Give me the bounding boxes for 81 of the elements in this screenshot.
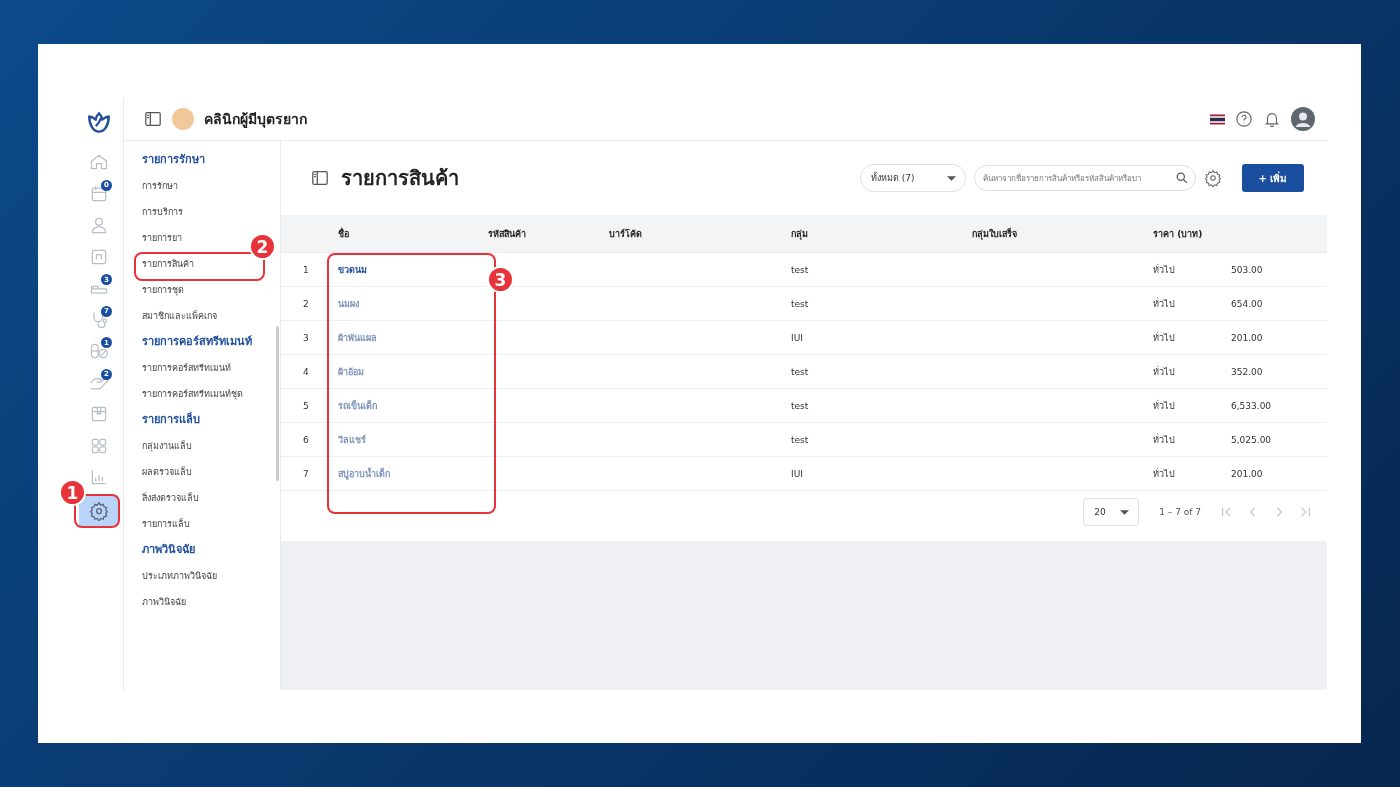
flag-icon[interactable] <box>1210 113 1225 125</box>
column-header: รหัสสินค้า <box>488 227 527 241</box>
table-cell-text: 5,025.00 <box>1231 434 1273 445</box>
home-icon <box>89 152 109 172</box>
table-cell-text: ทั่วไป <box>1153 433 1176 447</box>
menu-item[interactable]: การรักษา <box>142 179 178 193</box>
menu-item[interactable]: รายการคอร์สทรีทเมนท์ชุด <box>142 387 243 401</box>
caret-icon <box>947 176 956 181</box>
table-cell-text: 201.00 <box>1231 468 1264 479</box>
page-title: รายการสินค้า <box>341 165 459 192</box>
table-cell-text: ทั่วไป <box>1153 331 1176 345</box>
search-field[interactable]: ค้นหาจากชื่อรายการสินค้าหรือรหัสสินค้าหรือบา <box>974 165 1196 191</box>
sidebar-toggle-icon[interactable] <box>311 169 329 187</box>
table-cell-text: test <box>791 400 810 411</box>
menu-item[interactable]: ผลตรวจแล็บ <box>142 465 192 479</box>
column-header: กลุ่ม <box>791 227 809 241</box>
column-header: ราคา (บาท) <box>1153 227 1204 241</box>
table-cell-text: IUI <box>791 332 804 343</box>
table-cell-text: 352.00 <box>1231 366 1264 377</box>
row-number: 5 <box>302 400 310 411</box>
section-heading: รายการรักษา <box>142 153 206 168</box>
table-cell-text: ทั่วไป <box>1153 297 1176 311</box>
table-cell-text: test <box>791 366 810 377</box>
section-heading: รายการแล็บ <box>142 413 201 428</box>
tulip-logo-icon <box>86 110 112 136</box>
row-number: 4 <box>302 366 310 377</box>
bell-icon[interactable] <box>1263 110 1281 128</box>
row-number: 2 <box>302 298 310 309</box>
menu-item[interactable]: รายการยา <box>142 231 182 245</box>
person-icon <box>89 215 109 235</box>
menu-item[interactable]: รายการสินค้า <box>142 257 194 271</box>
table-cell-text: 201.00 <box>1231 332 1264 343</box>
row-number: 6 <box>302 434 310 445</box>
table-cell-text: 6,533.00 <box>1231 400 1273 411</box>
add-button[interactable]: + เพิ่ม <box>1242 164 1304 192</box>
table-cell-text: test <box>791 434 810 445</box>
table-cell-text: 503.00 <box>1231 264 1264 275</box>
menu-item[interactable]: สมาชิกและแพ็คเกจ <box>142 309 217 323</box>
table-cell-text: 654.00 <box>1231 298 1264 309</box>
menu-item[interactable]: รายการชุด <box>142 283 184 297</box>
menu-item[interactable]: รายการคอร์สทรีทเมนท์ <box>142 361 231 375</box>
box-icon <box>89 404 109 424</box>
user-avatar-icon[interactable] <box>1291 107 1315 131</box>
settings-icon[interactable] <box>1204 169 1222 187</box>
chart-icon <box>89 467 109 487</box>
sidebar-toggle-icon[interactable] <box>144 110 162 128</box>
help-icon[interactable] <box>1235 110 1253 128</box>
menu-item[interactable]: การบริการ <box>142 205 183 219</box>
gear-icon <box>89 500 109 521</box>
menu-item[interactable]: รายการแล็บ <box>142 517 190 531</box>
clinic-name: คลินิกผู้มีบุตรยาก <box>204 110 307 130</box>
table-cell-text: IUI <box>791 468 804 479</box>
search-icon <box>1176 172 1188 184</box>
table-cell-text: test <box>791 298 810 309</box>
section-heading: รายการคอร์สทรีทเมนท์ <box>142 335 253 350</box>
column-header: กลุ่มใบเสร็จ <box>972 226 1018 241</box>
section-heading: ภาพวินิจฉัย <box>142 543 196 558</box>
menu-item[interactable]: ประเภทภาพวินิจฉัย <box>142 569 217 583</box>
table-cell-text: ทั่วไป <box>1153 467 1176 481</box>
page-range: 1 – 7 of 7 <box>1159 507 1201 517</box>
menu-item[interactable]: ภาพวินิจฉัย <box>142 595 186 609</box>
row-number: 3 <box>302 332 310 343</box>
table-cell-text: ทั่วไป <box>1153 263 1176 277</box>
product-name-link[interactable]: ขวดนม <box>338 262 488 277</box>
page-size-dropdown[interactable]: 20 <box>1083 498 1140 526</box>
pills-icon <box>89 341 109 361</box>
table-cell-text: ทั่วไป <box>1153 399 1176 413</box>
menu-item[interactable]: กลุ่มงานแล็บ <box>142 439 192 453</box>
caret-icon <box>1120 510 1130 515</box>
menu-item[interactable]: สิ่งส่งตรวจแล็บ <box>142 491 199 505</box>
gear-nav-button[interactable] <box>79 494 119 527</box>
scrollbar[interactable] <box>276 326 279 481</box>
row-number: 7 <box>302 468 310 479</box>
table-cell-text: ทั่วไป <box>1153 365 1176 379</box>
last-page-icon[interactable] <box>1299 506 1311 518</box>
clinic-logo-placeholder <box>172 108 194 130</box>
column-header: บาร์โค้ด <box>609 227 643 241</box>
row-number: 1 <box>302 264 310 275</box>
column-header: ชื่อ <box>338 226 350 241</box>
table-cell-text: test <box>791 264 810 275</box>
first-page-icon[interactable] <box>1221 506 1233 518</box>
